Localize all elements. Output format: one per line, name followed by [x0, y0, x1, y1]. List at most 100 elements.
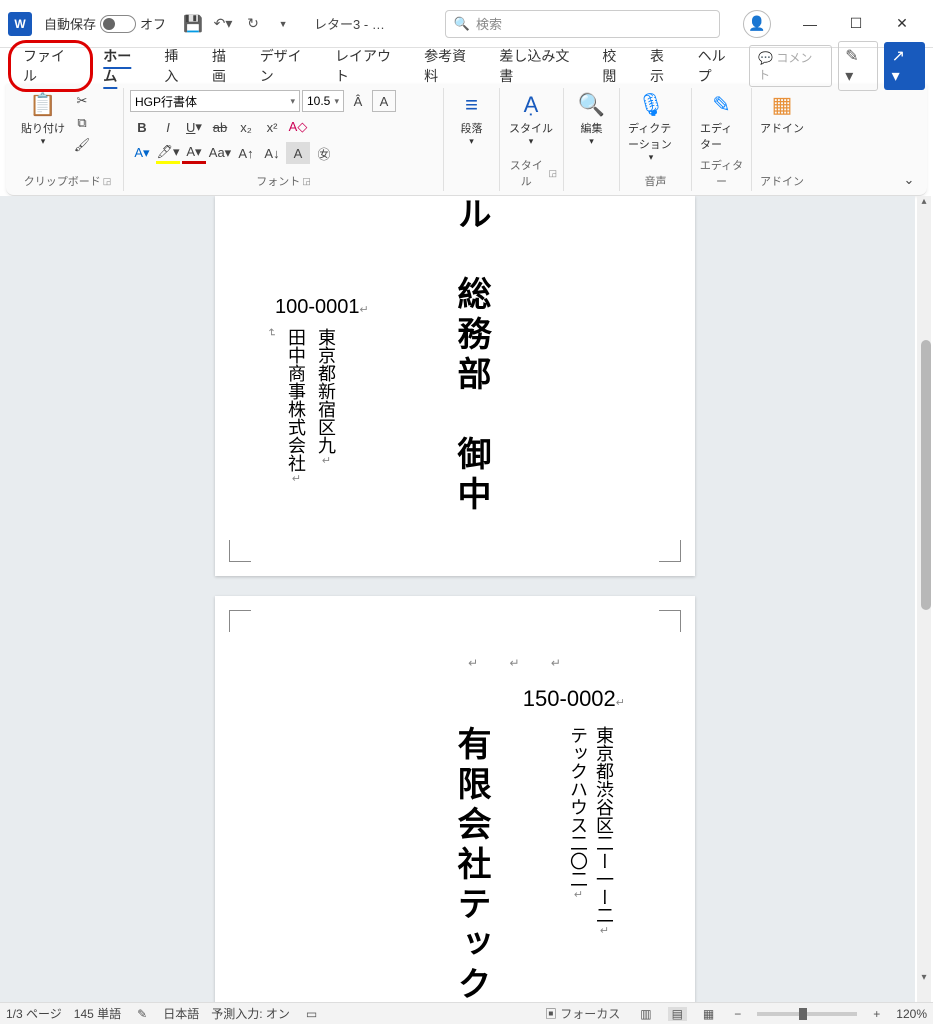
print-layout-button[interactable]: ▤: [668, 1007, 687, 1021]
minimize-button[interactable]: —: [787, 8, 833, 40]
voice-group-label: 音声: [645, 173, 667, 189]
close-button[interactable]: ✕: [879, 8, 925, 40]
spell-check-icon[interactable]: ✎: [133, 1007, 151, 1021]
editing-mode-button[interactable]: ✎ ▾: [838, 41, 877, 91]
tab-file[interactable]: ファイル: [8, 40, 93, 92]
phonetic-button[interactable]: A: [372, 90, 396, 112]
tab-home[interactable]: ホーム: [93, 40, 154, 92]
tab-mailings[interactable]: 差し込み文書: [489, 40, 592, 92]
dictate-button[interactable]: 🎙ディクテーション▾: [626, 90, 676, 165]
p1-sender-company[interactable]: 田中商事株式会社↵: [283, 328, 309, 485]
p2-recipient-address[interactable]: 東京都渋谷区二ー一ー二↵: [591, 726, 617, 937]
scroll-down-button[interactable]: ▾: [917, 972, 931, 986]
bold-button[interactable]: B: [130, 116, 154, 138]
font-launcher[interactable]: ◲: [302, 176, 311, 187]
crop-mark: [229, 610, 251, 632]
scroll-up-button[interactable]: ▴: [917, 196, 931, 210]
zoom-in-button[interactable]: +: [869, 1007, 884, 1021]
styles-button[interactable]: Ạスタイル▾: [506, 90, 556, 149]
status-predict[interactable]: 予測入力: オン: [211, 1005, 290, 1022]
tab-references[interactable]: 参考資料: [414, 40, 489, 92]
clipboard-group-label: クリップボード: [24, 173, 101, 189]
read-mode-button[interactable]: ▥: [636, 1007, 655, 1021]
superscript-button[interactable]: x²: [260, 116, 284, 138]
search-placeholder: 検索: [476, 14, 502, 33]
crop-mark: [659, 610, 681, 632]
highlight-button[interactable]: 🖊▾: [156, 142, 180, 164]
focus-mode-button[interactable]: ▣ フォーカス: [541, 1005, 624, 1022]
enclose-char-button[interactable]: ㊛: [312, 142, 336, 164]
p2-recipient-zip[interactable]: 150-0002↵: [523, 686, 625, 712]
status-language[interactable]: 日本語: [163, 1005, 199, 1022]
editor-button[interactable]: ✎エディター: [698, 90, 745, 154]
autosave-toggle[interactable]: 自動保存 オフ: [44, 14, 166, 33]
return-mark: ↵: [265, 328, 278, 337]
status-words[interactable]: 145 単語: [74, 1005, 121, 1022]
user-avatar[interactable]: 👤: [743, 10, 771, 38]
search-input[interactable]: 🔍 検索: [445, 10, 720, 38]
comments-button[interactable]: 💬 コメント: [749, 45, 832, 87]
tab-layout[interactable]: レイアウト: [325, 40, 414, 92]
qat-customize[interactable]: ▼: [269, 10, 297, 38]
web-layout-button[interactable]: ▦: [699, 1007, 718, 1021]
page-1[interactable]: ル 総務部 御中 100-0001↵ 東京都新宿区九↵ 田中商事株式会社↵ ↵: [215, 196, 695, 576]
zoom-level[interactable]: 120%: [896, 1007, 927, 1021]
tab-insert[interactable]: 挿入: [154, 40, 202, 92]
italic-button[interactable]: I: [156, 116, 180, 138]
accessibility-icon[interactable]: ▭: [302, 1007, 321, 1021]
grow-font2-button[interactable]: A↑: [234, 142, 258, 164]
editing-button[interactable]: 🔍編集▾: [570, 90, 613, 149]
char-shading-button[interactable]: A: [286, 142, 310, 164]
document-title: レター3 - …: [314, 14, 385, 33]
change-case-button[interactable]: Aa▾: [208, 142, 232, 164]
mic-icon: 🎙: [637, 92, 665, 118]
share-button[interactable]: ↗ ▾: [884, 42, 925, 90]
addins-button[interactable]: ▦アドイン: [758, 90, 806, 138]
paste-button[interactable]: 📋 貼り付け▾: [18, 90, 68, 149]
tab-design[interactable]: デザイン: [250, 40, 325, 92]
status-page[interactable]: 1/3 ページ: [6, 1005, 62, 1022]
collapse-ribbon-button[interactable]: ⌄: [897, 169, 921, 191]
font-color-button[interactable]: A▾: [182, 142, 206, 164]
p1-sender-zip[interactable]: 100-0001↵: [275, 296, 369, 319]
clipboard-launcher[interactable]: ◲: [103, 176, 112, 187]
grow-font-button[interactable]: Â: [346, 90, 370, 112]
p2-recipient-building[interactable]: テックハウス二〇二↵: [565, 726, 591, 901]
toggle-switch[interactable]: [100, 15, 136, 33]
search-icon: 🔍: [454, 16, 470, 32]
p2-recipient-company[interactable]: 有限会社テック: [446, 726, 495, 1002]
paragraph-button[interactable]: ≡段落▾: [450, 90, 493, 149]
font-name-combo[interactable]: HGP行書体▾: [130, 90, 300, 112]
font-size-combo[interactable]: 10.5▾: [302, 90, 344, 112]
redo-button[interactable]: ↻: [239, 10, 267, 38]
text-effects-button[interactable]: A▾: [130, 142, 154, 164]
underline-button[interactable]: U▾: [182, 116, 206, 138]
p1-recipient[interactable]: ル 総務部 御中: [446, 196, 495, 516]
autosave-label: 自動保存: [44, 14, 96, 33]
format-painter-button[interactable]: 🖌: [70, 134, 94, 156]
tab-review[interactable]: 校閲: [592, 40, 640, 92]
addins-icon: ▦: [772, 92, 793, 118]
clear-format-button[interactable]: A◇: [286, 116, 310, 138]
styles-launcher[interactable]: ◲: [548, 168, 557, 179]
shrink-font-button[interactable]: A↓: [260, 142, 284, 164]
save-button[interactable]: 💾: [179, 10, 207, 38]
document-canvas[interactable]: ル 総務部 御中 100-0001↵ 東京都新宿区九↵ 田中商事株式会社↵ ↵ …: [0, 196, 915, 1002]
page-2[interactable]: ↵ ↵ ↵ 150-0002↵ 東京都渋谷区二ー一ー二↵ テックハウス二〇二↵ …: [215, 596, 695, 1002]
styles-icon: Ạ: [524, 92, 539, 118]
maximize-button[interactable]: ☐: [833, 8, 879, 40]
tab-view[interactable]: 表示: [640, 40, 688, 92]
tab-help[interactable]: ヘルプ: [688, 40, 749, 92]
subscript-button[interactable]: x₂: [234, 116, 258, 138]
strike-button[interactable]: ab: [208, 116, 232, 138]
styles-group-label: スタイル: [506, 157, 546, 189]
p1-sender-address[interactable]: 東京都新宿区九↵: [313, 328, 339, 467]
tab-draw[interactable]: 描画: [202, 40, 250, 92]
undo-button[interactable]: ↶▾: [209, 10, 237, 38]
zoom-out-button[interactable]: −: [730, 1007, 745, 1021]
editor-icon: ✎: [712, 92, 730, 118]
zoom-slider[interactable]: [757, 1012, 857, 1016]
copy-button[interactable]: ⧉: [70, 112, 94, 134]
scroll-thumb[interactable]: [921, 340, 931, 610]
cut-button[interactable]: ✂: [70, 90, 94, 112]
